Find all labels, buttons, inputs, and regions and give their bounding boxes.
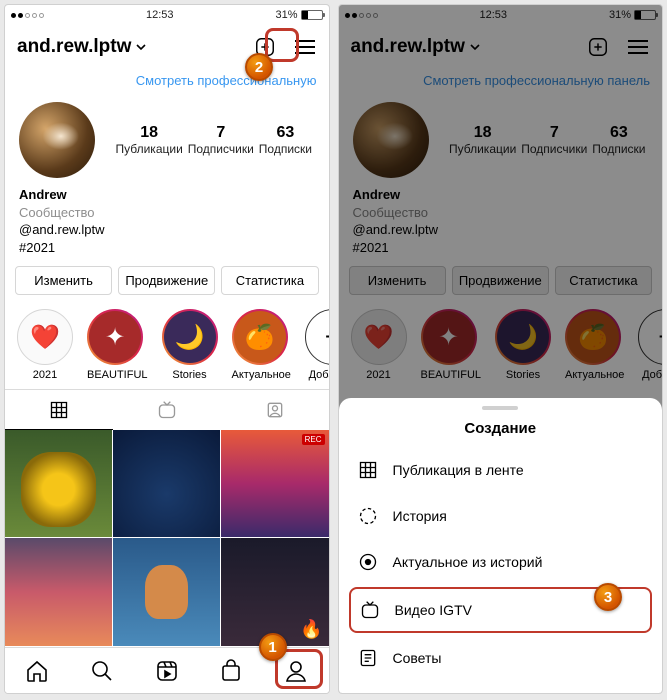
post-cell[interactable] (5, 538, 112, 645)
phone-left: 12:53 31% and.rew.lptw 2 Смотреть профес… (4, 4, 330, 694)
highlight-beautiful[interactable]: ✦BEAUTIFUL (87, 309, 148, 381)
pro-dashboard-link[interactable]: Смотреть профессиональную (5, 69, 329, 96)
sheet-handle[interactable] (482, 406, 518, 410)
phone-right: 12:5331% and.rew.lptw Смотреть профессио… (338, 4, 664, 694)
stat-following[interactable]: 63Подписки (259, 124, 312, 156)
sheet-item-feed[interactable]: Публикация в ленте (339, 447, 663, 493)
status-time: 12:53 (146, 9, 174, 21)
tab-igtv[interactable] (113, 390, 221, 430)
promote-button[interactable]: Продвижение (118, 266, 215, 295)
tab-grid[interactable] (5, 390, 113, 430)
post-cell[interactable] (5, 430, 112, 537)
highlight-actual[interactable]: 🍊Актуальное (232, 309, 291, 381)
post-cell[interactable] (113, 430, 220, 537)
post-cell[interactable] (113, 538, 220, 645)
highlights-row: ❤️2021 ✦BEAUTIFUL 🌙Stories 🍊Актуальное +… (5, 305, 329, 389)
highlight-icon (357, 551, 379, 573)
sheet-item-tips[interactable]: Советы (339, 635, 663, 681)
igtv-icon (359, 599, 381, 621)
edit-button[interactable]: Изменить (15, 266, 112, 295)
step-badge-1: 1 (259, 633, 287, 661)
step-badge-2: 2 (245, 53, 273, 81)
create-sheet: Создание Публикация в ленте История Акту… (339, 398, 663, 693)
post-cell[interactable] (221, 430, 328, 537)
battery-pct: 31% (275, 9, 297, 21)
stat-followers[interactable]: 7Подписчики (188, 124, 254, 156)
profile-header: and.rew.lptw (5, 25, 329, 69)
step-badge-3: 3 (594, 583, 622, 611)
menu-button[interactable] (293, 35, 317, 59)
post-cell[interactable] (221, 538, 328, 645)
avatar[interactable] (19, 102, 95, 178)
stats-row: 18Публикации 7Подписчики 63Подписки (113, 124, 315, 156)
highlight-add[interactable]: +Добавить (305, 309, 329, 381)
nav-shop[interactable] (199, 648, 264, 693)
status-bar: 12:53 31% (5, 5, 329, 25)
sheet-item-highlight[interactable]: Актуальное из историй (339, 539, 663, 585)
sheet-item-story[interactable]: История (339, 493, 663, 539)
highlight-stories[interactable]: 🌙Stories (162, 309, 218, 381)
nav-home[interactable] (5, 648, 70, 693)
nav-reels[interactable] (134, 648, 199, 693)
sheet-title: Создание (339, 420, 663, 447)
tab-tagged[interactable] (221, 390, 329, 430)
username-dropdown[interactable]: and.rew.lptw (17, 36, 147, 58)
stat-posts[interactable]: 18Публикации (116, 124, 183, 156)
nav-search[interactable] (70, 648, 135, 693)
story-icon (357, 505, 379, 527)
posts-grid (5, 430, 329, 647)
tips-icon (357, 647, 379, 669)
grid-icon (357, 459, 379, 481)
bio: Andrew Сообщество @and.rew.lptw #2021 (5, 186, 329, 266)
insights-button[interactable]: Статистика (221, 266, 318, 295)
highlight-2021[interactable]: ❤️2021 (17, 309, 73, 381)
